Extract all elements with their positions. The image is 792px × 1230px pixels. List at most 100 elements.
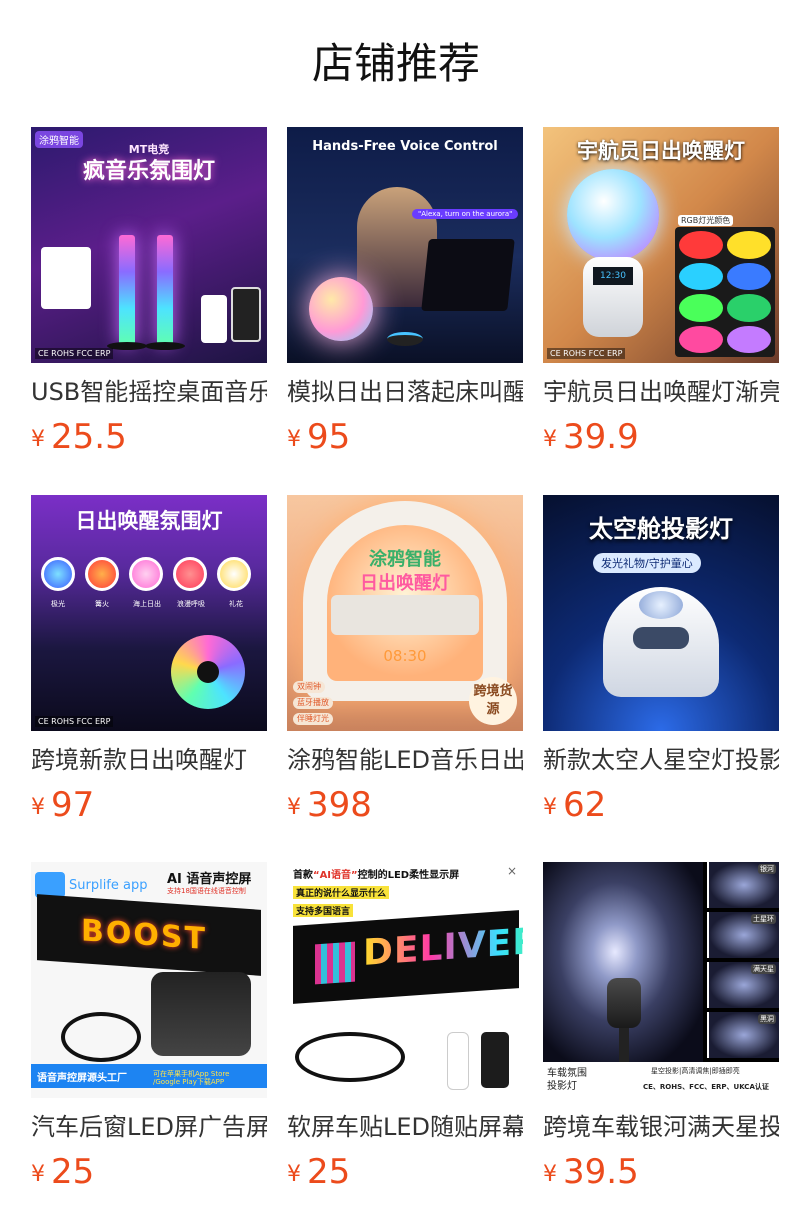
effect-tile: 黑洞 bbox=[707, 1012, 779, 1058]
product-card[interactable]: 银河 土星环 满天星 黑洞 车载氛围 投影灯 星空投影|高清调焦|即插即亮 CE… bbox=[543, 862, 779, 1207]
product-image[interactable]: Surplife app AI 语音声控屏 支持18国语在线语音控制 BOOST… bbox=[31, 862, 267, 1098]
light-bar bbox=[157, 235, 173, 345]
product-name[interactable]: 软屏车贴LED随贴屏幕 bbox=[287, 1109, 523, 1145]
price: ¥39.5 bbox=[543, 1150, 639, 1194]
projector-dome bbox=[639, 591, 683, 619]
image-banner: 太空舱投影灯 bbox=[589, 515, 733, 543]
product-image[interactable]: 首款“AI语音”控制的LED柔性显示屏 × 真正的说什么显示什么 支持多国语言 … bbox=[287, 862, 523, 1098]
price-value: 62 bbox=[563, 785, 607, 825]
led-panel-text: BOOST bbox=[81, 913, 207, 958]
product-name[interactable]: 汽车后窗LED屏广告屏 bbox=[31, 1109, 267, 1145]
image-banner: 宇航员日出唤醒灯 bbox=[577, 139, 745, 163]
product-image[interactable]: 太空舱投影灯 发光礼物/守护童心 bbox=[543, 495, 779, 731]
price: ¥97 bbox=[31, 783, 94, 827]
cross-border-badge: 跨境货源 bbox=[469, 677, 517, 725]
price-value: 95 bbox=[307, 417, 351, 457]
light-bar bbox=[119, 235, 135, 345]
feature-pill: 双闹钟 bbox=[293, 681, 325, 693]
currency-symbol: ¥ bbox=[287, 795, 301, 820]
product-name[interactable]: 新款太空人星空灯投影 bbox=[543, 742, 779, 778]
price-value: 39.9 bbox=[563, 417, 639, 457]
image-subtitle: 支持18国语在线语音控制 bbox=[167, 887, 246, 895]
product-name[interactable]: 涂鸦智能LED音乐日出 bbox=[287, 742, 523, 778]
section-title: 店铺推荐 bbox=[311, 39, 480, 88]
product-name[interactable]: USB智能摇控桌面音乐 bbox=[31, 374, 267, 410]
currency-symbol: ¥ bbox=[543, 427, 557, 452]
product-image[interactable]: 涂鸦智能 MT电竞 疯音乐氛围灯 CE ROHS FCC ERP bbox=[31, 127, 267, 363]
clock-screen: 12:30 bbox=[593, 267, 633, 285]
product-name[interactable]: 跨境车载银河满天星投影 bbox=[543, 1109, 779, 1145]
product-card[interactable]: 日出唤醒氛围灯 极光 篝火 海上日出 浪漫呼吸 礼花 CE ROHS FCC E… bbox=[31, 495, 267, 840]
wireless-charger bbox=[331, 595, 479, 635]
mode-disc bbox=[173, 557, 207, 591]
product-card[interactable]: Surplife app AI 语音声控屏 支持18国语在线语音控制 BOOST… bbox=[31, 862, 267, 1207]
image-banner: Hands-Free Voice Control bbox=[312, 139, 498, 154]
capsule-window bbox=[633, 627, 689, 649]
image-subtitle: 发光礼物/守护童心 bbox=[593, 553, 701, 573]
currency-symbol: ¥ bbox=[31, 427, 45, 452]
product-image[interactable]: 银河 土星环 满天星 黑洞 车载氛围 投影灯 星空投影|高清调焦|即插即亮 CE… bbox=[543, 862, 779, 1098]
glowing-lamp bbox=[309, 277, 373, 341]
product-card[interactable]: 涂鸦智能 MT电竞 疯音乐氛围灯 CE ROHS FCC ERP USB智能摇控… bbox=[31, 127, 267, 472]
product-name[interactable]: 宇航员日出唤醒灯渐亮 bbox=[543, 374, 779, 410]
effect-tile: 满天星 bbox=[707, 962, 779, 1008]
color-swatches bbox=[675, 227, 775, 357]
footer-right-text: 星空投影|高清调焦|即插即亮 bbox=[651, 1067, 740, 1075]
product-card[interactable]: 宇航员日出唤醒灯 12:30 RGB灯光颜色 CE ROHS FCC ERP 宇… bbox=[543, 127, 779, 472]
image-headline: AI 语音声控屏 bbox=[167, 872, 252, 887]
price-value: 25 bbox=[307, 1152, 351, 1192]
product-card[interactable]: 太空舱投影灯 发光礼物/守护童心 新款太空人星空灯投影 ¥62 bbox=[543, 495, 779, 840]
currency-symbol: ¥ bbox=[543, 795, 557, 820]
price: ¥39.9 bbox=[543, 415, 639, 459]
currency-symbol: ¥ bbox=[287, 427, 301, 452]
product-name[interactable]: 跨境新款日出唤醒灯 bbox=[31, 742, 267, 778]
product-card[interactable]: 首款“AI语音”控制的LED柔性显示屏 × 真正的说什么显示什么 支持多国语言 … bbox=[287, 862, 523, 1207]
product-name[interactable]: 模拟日出日落起床叫醒 bbox=[287, 374, 523, 410]
phone-in-hand bbox=[151, 972, 251, 1056]
image-banner-2: 日出唤醒灯 bbox=[360, 573, 450, 594]
price: ¥25.5 bbox=[31, 415, 127, 459]
price-value: 25.5 bbox=[51, 417, 127, 457]
mode-label: 礼花 bbox=[229, 600, 243, 608]
effect-tile: 银河 bbox=[707, 862, 779, 908]
remote-control bbox=[447, 1032, 469, 1090]
smart-speaker bbox=[387, 332, 423, 346]
mode-disc bbox=[129, 557, 163, 591]
usb-cable bbox=[61, 1012, 141, 1062]
product-image[interactable]: 宇航员日出唤醒灯 12:30 RGB灯光颜色 CE ROHS FCC ERP bbox=[543, 127, 779, 363]
product-image[interactable]: Hands-Free Voice Control "Alexa, turn on… bbox=[287, 127, 523, 363]
led-panel: DELIVERY bbox=[293, 910, 523, 1004]
app-name: Surplife app bbox=[69, 878, 148, 893]
price-value: 398 bbox=[307, 785, 372, 825]
led-panel-text: DELIVERY bbox=[363, 919, 523, 974]
image-headline: 首款“AI语音”控制的LED柔性显示屏 bbox=[293, 870, 460, 881]
currency-symbol: ¥ bbox=[31, 1162, 45, 1187]
product-card[interactable]: 涂鸦智能 日出唤醒灯 08:30 双闹钟 蓝牙播放 伴睡灯光 跨境货源 涂鸦智能… bbox=[287, 495, 523, 840]
image-line: 支持多国语言 bbox=[293, 904, 354, 917]
light-base bbox=[145, 342, 185, 350]
pixel-art bbox=[315, 941, 355, 985]
car-projector bbox=[607, 978, 641, 1028]
price: ¥398 bbox=[287, 783, 372, 827]
astronaut-helmet-light bbox=[567, 169, 659, 261]
product-card[interactable]: Hands-Free Voice Control "Alexa, turn on… bbox=[287, 127, 523, 472]
color-label: RGB灯光颜色 bbox=[678, 215, 734, 226]
image-banner: 日出唤醒氛围灯 bbox=[75, 509, 223, 533]
price: ¥95 bbox=[287, 415, 350, 459]
currency-symbol: ¥ bbox=[543, 1162, 557, 1187]
currency-symbol: ¥ bbox=[31, 795, 45, 820]
usb-cable bbox=[295, 1032, 405, 1082]
image-banner: 疯音乐氛围灯 bbox=[82, 159, 215, 184]
footer-left-text: 语音声控屏源头工厂 bbox=[37, 1073, 127, 1084]
led-panel: BOOST bbox=[37, 894, 261, 976]
product-image[interactable]: 涂鸦智能 日出唤醒灯 08:30 双闹钟 蓝牙播放 伴睡灯光 跨境货源 bbox=[287, 495, 523, 731]
certification-label: CE ROHS FCC ERP bbox=[35, 348, 114, 359]
mode-label: 极光 bbox=[51, 600, 65, 608]
product-image[interactable]: 日出唤醒氛围灯 极光 篝火 海上日出 浪漫呼吸 礼花 CE ROHS FCC E… bbox=[31, 495, 267, 731]
phone bbox=[481, 1032, 509, 1088]
certification-label: CE ROHS FCC ERP bbox=[35, 716, 114, 727]
voice-bubble: "Alexa, turn on the aurora" bbox=[412, 209, 519, 219]
feature-pill: 伴睡灯光 bbox=[293, 713, 333, 725]
image-line: 真正的说什么显示什么 bbox=[293, 886, 390, 899]
close-icon: × bbox=[506, 864, 517, 878]
